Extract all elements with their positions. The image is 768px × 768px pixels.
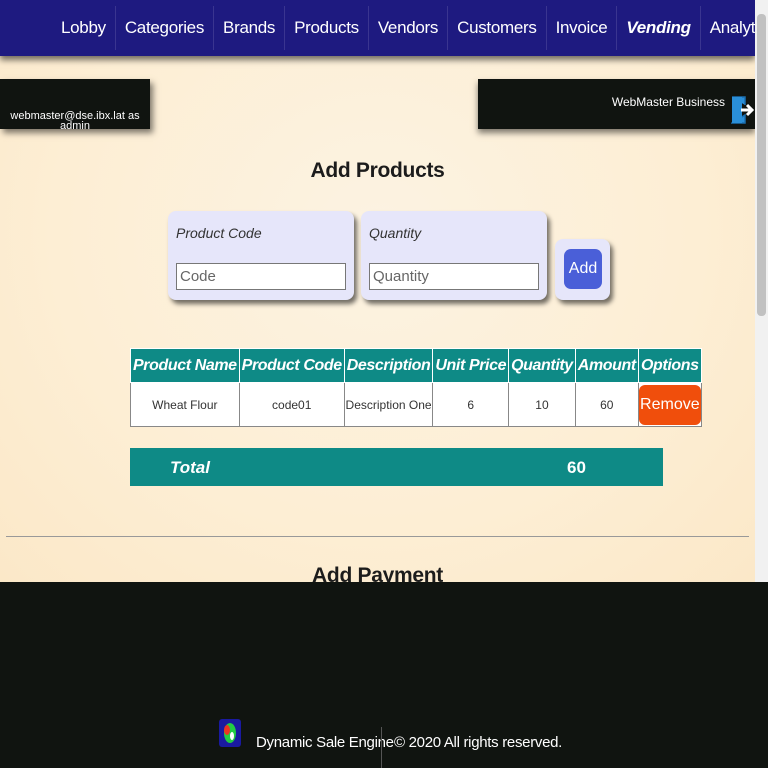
nav-categories[interactable]: Categories: [116, 6, 215, 50]
header-options: Options: [637, 348, 702, 383]
header-quantity: Quantity: [508, 348, 576, 383]
cell-product-code: code01: [238, 382, 345, 427]
nav-brands[interactable]: Brands: [214, 6, 286, 50]
header-description: Description: [343, 348, 434, 383]
cell-unit-price: 6: [432, 382, 510, 427]
user-role: admin: [60, 120, 90, 132]
add-card: Add: [555, 239, 610, 300]
quantity-input[interactable]: [369, 263, 539, 290]
quantity-card: Quantity: [361, 211, 547, 300]
nav-vending[interactable]: Vending: [617, 6, 701, 50]
footer-copyright: © 2020 All rights reserved.: [394, 734, 563, 751]
remove-button[interactable]: Remove: [638, 384, 701, 425]
cell-amount: 60: [574, 382, 639, 427]
quantity-label: Quantity: [369, 225, 422, 241]
product-code-label: Product Code: [176, 225, 262, 241]
table-header-row: Product Name Product Code Description Un…: [130, 348, 702, 383]
header-unit-price: Unit Price: [432, 348, 510, 383]
footer-separator: [381, 727, 382, 768]
user-panel: webmaster@dse.ibx.lat as admin: [0, 79, 150, 132]
engine-logo-icon: [219, 719, 241, 747]
add-payment-title: Add Payment: [312, 564, 443, 582]
total-bar: Total 60: [130, 448, 663, 486]
footer-brand: Dynamic Sale Engine: [256, 734, 394, 751]
product-code-input[interactable]: [176, 263, 346, 290]
add-products-title: Add Products: [310, 159, 445, 182]
add-product-button[interactable]: Add: [564, 249, 602, 289]
cell-description: Description One: [343, 382, 434, 427]
header-product-code: Product Code: [238, 348, 345, 383]
cell-product-name: Wheat Flour: [130, 382, 240, 427]
scrollbar-thumb[interactable]: [757, 14, 766, 316]
footer: Dynamic Sale Engine © 2020 All rights re…: [0, 582, 768, 768]
products-table: Product Name Product Code Description Un…: [130, 348, 702, 427]
nav-customers[interactable]: Customers: [448, 6, 547, 50]
total-label: Total: [170, 458, 210, 477]
business-panel: WebMaster Business: [478, 79, 755, 129]
page-scrollbar[interactable]: [755, 0, 768, 582]
top-navbar: Lobby Categories Brands Products Vendors…: [0, 0, 755, 56]
header-product-name: Product Name: [130, 348, 240, 383]
cell-quantity: 10: [508, 382, 576, 427]
total-value: 60: [567, 458, 586, 477]
nav-products[interactable]: Products: [285, 6, 369, 50]
header-amount: Amount: [574, 348, 639, 383]
table-row: Wheat Flour code01 Description One 6 10 …: [130, 382, 702, 427]
product-code-card: Product Code: [168, 211, 354, 300]
logout-icon[interactable]: [731, 95, 755, 125]
business-name: WebMaster Business: [611, 95, 725, 109]
page-content: Lobby Categories Brands Products Vendors…: [0, 0, 755, 582]
nav-lobby[interactable]: Lobby: [52, 6, 116, 50]
nav-invoice[interactable]: Invoice: [547, 6, 618, 50]
nav-analytics[interactable]: Analytics: [701, 6, 755, 50]
cell-options: Remove: [637, 382, 702, 427]
section-divider: [6, 536, 749, 537]
nav-vendors[interactable]: Vendors: [369, 6, 449, 50]
